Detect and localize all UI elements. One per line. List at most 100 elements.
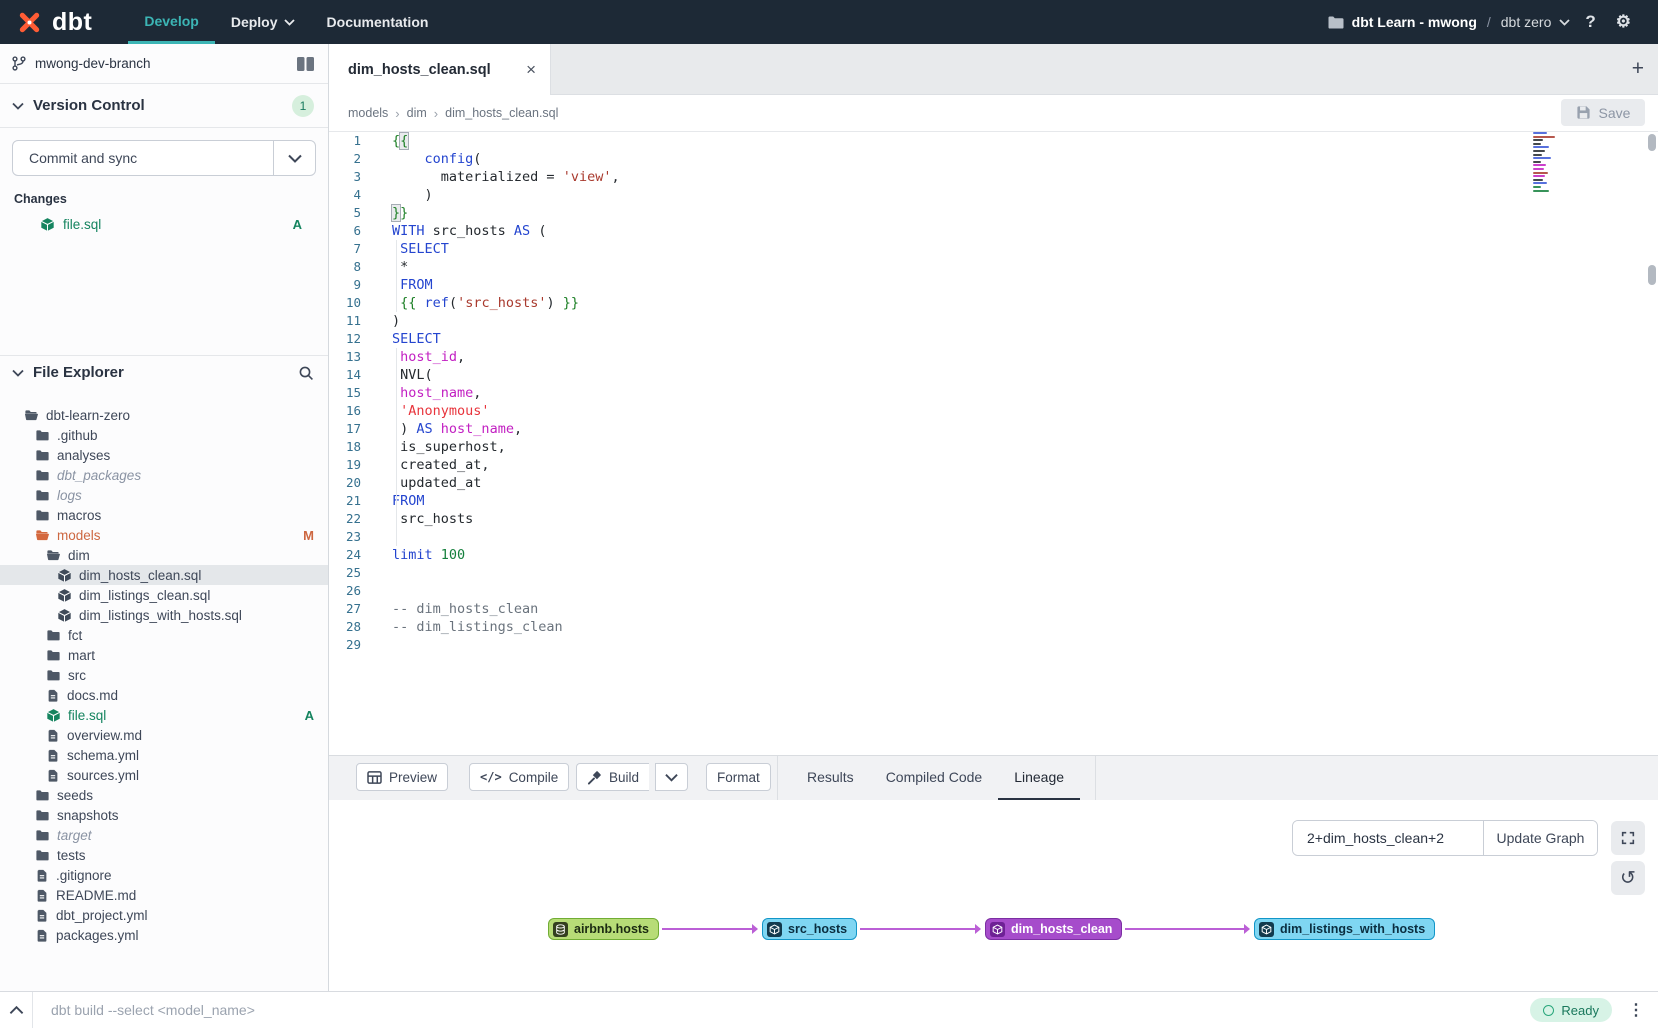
tree-item-dbt-packages[interactable]: dbt_packages <box>0 465 328 485</box>
tree-item-label: dim_hosts_clean.sql <box>79 568 314 583</box>
changed-file-file-sql[interactable]: file.sqlA <box>12 214 316 235</box>
main-nav: Develop Deploy Documentation <box>128 0 444 44</box>
tree-item-dbt-project-yml[interactable]: dbt_project.yml <box>0 905 328 925</box>
nav-develop[interactable]: Develop <box>128 0 214 44</box>
nav-documentation[interactable]: Documentation <box>311 0 445 44</box>
kebab-menu-icon[interactable]: ⋮ <box>1626 1000 1658 1020</box>
tab-compiled-code[interactable]: Compiled Code <box>870 756 999 800</box>
lineage-node-dim-listings-with-hosts[interactable]: dim_listings_with_hosts <box>1254 918 1435 940</box>
tree-item-logs[interactable]: logs <box>0 485 328 505</box>
tree-item-src[interactable]: src <box>0 665 328 685</box>
save-label: Save <box>1599 105 1631 121</box>
open-docs-icon[interactable] <box>297 57 314 71</box>
format-button[interactable]: Format <box>706 763 771 791</box>
breadcrumb-item-dim-hosts-clean-sql: dim_hosts_clean.sql <box>445 106 558 120</box>
account-selector[interactable]: dbt Learn - mwong / dbt zero <box>1328 14 1571 30</box>
lineage-node-label: src_hosts <box>788 922 847 936</box>
line-number: 26 <box>329 582 373 600</box>
line-number: 7 <box>329 240 373 258</box>
tree-item-models[interactable]: modelsM <box>0 525 328 545</box>
tree-item-seeds[interactable]: seeds <box>0 785 328 805</box>
line-number: 23 <box>329 528 373 546</box>
code-line-20: 20 updated_at <box>329 474 1658 492</box>
code-text: -- dim_listings_clean <box>373 618 563 636</box>
tab-dim-hosts-clean[interactable]: dim_hosts_clean.sql × <box>329 44 551 95</box>
new-tab-plus-icon[interactable]: + <box>1618 57 1658 81</box>
tree-item-label: .github <box>57 428 314 443</box>
tree-item-mart[interactable]: mart <box>0 645 328 665</box>
tree-item-readme-md[interactable]: README.md <box>0 885 328 905</box>
tree-item-packages-yml[interactable]: packages.yml <box>0 925 328 945</box>
model-icon <box>57 588 72 603</box>
tree-item-target[interactable]: target <box>0 825 328 845</box>
build-hammer-icon <box>587 770 602 785</box>
tree-item-docs-md[interactable]: docs.md <box>0 685 328 705</box>
expand-panel-button[interactable] <box>0 992 32 1028</box>
minimap[interactable] <box>1533 132 1573 196</box>
gear-icon[interactable]: ⚙ <box>1611 12 1636 32</box>
chevron-down-icon <box>284 19 295 26</box>
dbt-logo[interactable]: dbt <box>0 0 92 44</box>
folder-icon <box>35 808 50 823</box>
code-text: updated_at <box>373 474 481 492</box>
code-text: -- dim_hosts_clean <box>373 600 538 618</box>
tree-item-file-sql[interactable]: file.sqlA <box>0 705 328 725</box>
tree-item-dim-listings-with-hosts-sql[interactable]: dim_listings_with_hosts.sql <box>0 605 328 625</box>
lineage-node-src-hosts[interactable]: src_hosts <box>762 918 857 940</box>
tree-item-macros[interactable]: macros <box>0 505 328 525</box>
tree-item-fct[interactable]: fct <box>0 625 328 645</box>
tree-item-dim[interactable]: dim <box>0 545 328 565</box>
commit-and-sync-button[interactable]: Commit and sync <box>13 141 273 175</box>
compile-button[interactable]: </> Compile <box>469 763 569 791</box>
close-icon[interactable]: × <box>526 61 536 78</box>
editor-scrollbar-thumb[interactable] <box>1648 265 1656 285</box>
code-line-6: 6WITH src_hosts AS ( <box>329 222 1658 240</box>
model-icon <box>57 608 72 623</box>
code-text: }} <box>373 204 408 222</box>
line-number: 20 <box>329 474 373 492</box>
tab-lineage[interactable]: Lineage <box>998 756 1080 800</box>
tree-item-analyses[interactable]: analyses <box>0 445 328 465</box>
tree-item-dbt-learn-zero[interactable]: dbt-learn-zero <box>0 405 328 425</box>
tree-item-label: models <box>57 528 296 543</box>
tree-item-sources-yml[interactable]: sources.yml <box>0 765 328 785</box>
preview-button[interactable]: Preview <box>356 763 448 791</box>
lineage-node-dim-hosts-clean[interactable]: dim_hosts_clean <box>985 918 1122 940</box>
tree-item-label: overview.md <box>67 728 314 743</box>
search-icon[interactable] <box>298 365 314 381</box>
save-button[interactable]: Save <box>1561 99 1645 126</box>
minimap-stripe <box>1533 146 1549 148</box>
compile-code-icon: </> <box>480 770 502 784</box>
tree-item-dim-hosts-clean-sql[interactable]: dim_hosts_clean.sql <box>0 565 328 585</box>
tab-results[interactable]: Results <box>791 756 870 800</box>
lineage-node-airbnb-hosts[interactable]: airbnb.hosts <box>548 918 659 940</box>
tree-item-gitignore[interactable]: .gitignore <box>0 865 328 885</box>
tree-item-schema-yml[interactable]: schema.yml <box>0 745 328 765</box>
tree-item-dim-listings-clean-sql[interactable]: dim_listings_clean.sql <box>0 585 328 605</box>
help-icon[interactable]: ? <box>1580 12 1600 32</box>
branch-row: mwong-dev-branch <box>0 44 328 84</box>
build-options-chevron[interactable] <box>655 763 688 791</box>
tree-item-github[interactable]: .github <box>0 425 328 445</box>
tree-item-tests[interactable]: tests <box>0 845 328 865</box>
build-button[interactable]: Build <box>576 763 649 791</box>
tree-item-overview-md[interactable]: overview.md <box>0 725 328 745</box>
lineage-edge <box>662 928 757 930</box>
code-text: src_hosts <box>373 510 473 528</box>
command-input[interactable] <box>33 1002 1530 1018</box>
version-control-header[interactable]: Version Control 1 <box>0 84 328 128</box>
code-line-1: 1{{ <box>329 132 1658 150</box>
model-green-icon <box>46 708 61 723</box>
code-text: materialized = 'view', <box>373 168 620 186</box>
tree-item-snapshots[interactable]: snapshots <box>0 805 328 825</box>
editor-scrollbar-thumb[interactable] <box>1648 134 1656 151</box>
breadcrumb: models›dim›dim_hosts_clean.sql <box>329 95 1658 132</box>
code-editor[interactable]: 1{{2 config(3 materialized = 'view',4 )5… <box>329 132 1658 755</box>
nav-deploy[interactable]: Deploy <box>215 0 311 44</box>
lineage-edge <box>860 928 980 930</box>
file-explorer-header[interactable]: File Explorer <box>0 355 328 389</box>
line-number: 12 <box>329 330 373 348</box>
commit-options-chevron[interactable] <box>273 141 315 175</box>
line-number: 22 <box>329 510 373 528</box>
model-icon <box>57 568 72 583</box>
